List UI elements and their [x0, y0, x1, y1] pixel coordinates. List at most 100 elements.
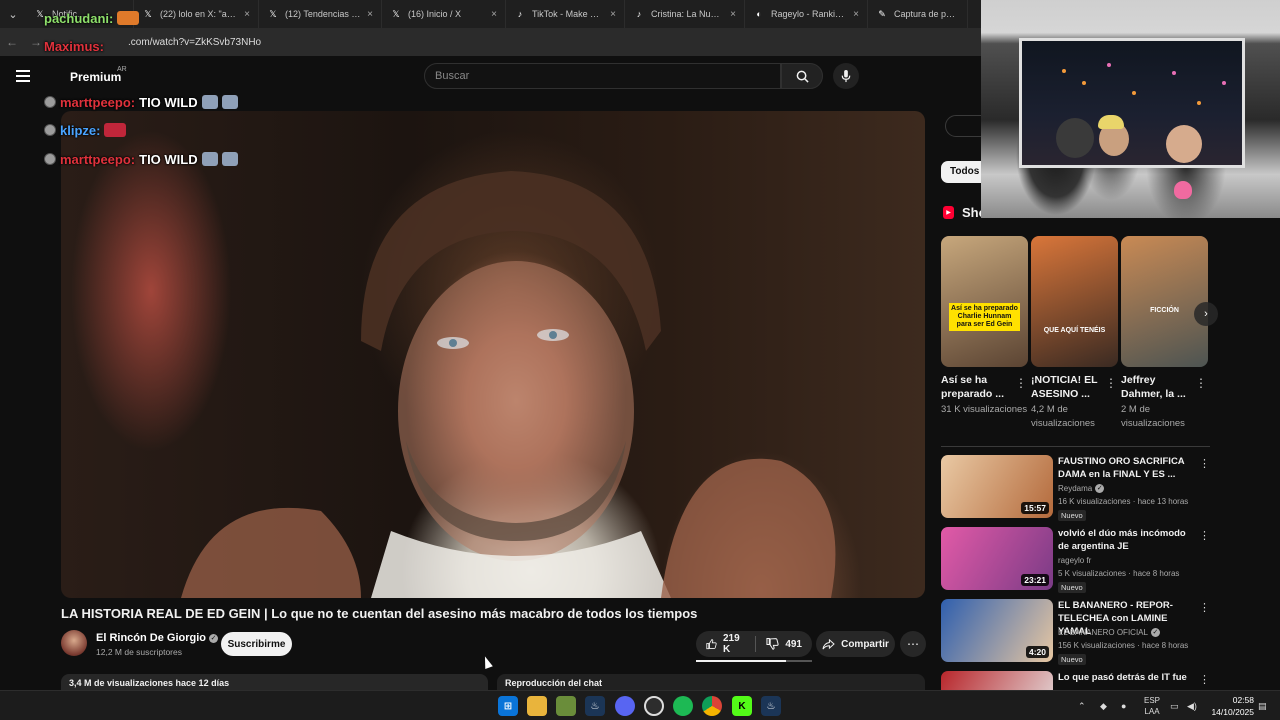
tray-overflow-icon[interactable]: ⌃: [1078, 691, 1086, 720]
tray-app-icon[interactable]: ◆: [1100, 691, 1107, 720]
shorts-next-arrow-icon[interactable]: ›: [1194, 302, 1218, 326]
chat-badge-icon: [44, 124, 56, 136]
recommended-thumbnail[interactable]: 15:57: [941, 455, 1053, 518]
recommended-channel-name[interactable]: EL BANANERO OFICIAL: [1058, 628, 1148, 637]
voice-search-button[interactable]: [833, 63, 859, 89]
recommended-video[interactable]: 15:57 FAUSTINO ORO SACRIFICA DAMA en la F…: [941, 455, 1216, 521]
webcam-person-1: [1056, 118, 1094, 158]
recommended-channel[interactable]: rageylo fr: [1058, 556, 1091, 565]
video-duration: 23:21: [1021, 574, 1049, 586]
menu-icon[interactable]: [16, 70, 30, 82]
chat-text: TIO WILD: [139, 151, 198, 167]
recommended-thumbnail[interactable]: 23:21: [941, 527, 1053, 590]
description-box[interactable]: 3,4 M de visualizaciones hace 12 días: [61, 674, 488, 690]
dislike-button[interactable]: 491: [756, 638, 812, 650]
share-button[interactable]: Compartir: [816, 631, 895, 657]
close-tab-icon[interactable]: ×: [730, 9, 736, 20]
volume-icon[interactable]: ◀): [1187, 691, 1197, 720]
recommended-thumbnail[interactable]: 4:20: [941, 599, 1053, 662]
browser-tab[interactable]: ♪ Cristina: La Nueva Se ×: [625, 0, 745, 28]
recommended-video[interactable]: 4:20 EL BANANERO - REPOR-TELECHEA con LAM…: [941, 599, 1216, 665]
browser-tab[interactable]: 𝕏 (16) Inicio / X ×: [382, 0, 506, 28]
short-card[interactable]: Así se ha preparado Charlie Hunnam para …: [941, 236, 1028, 417]
more-actions-icon[interactable]: ⋯: [900, 631, 926, 657]
short-menu-icon[interactable]: ⋮: [1195, 376, 1207, 390]
minecraft-icon[interactable]: [556, 696, 576, 716]
channel-avatar[interactable]: [61, 630, 87, 656]
kick-icon[interactable]: K: [732, 696, 752, 716]
chat-replay-panel[interactable]: Reproducción del chat: [497, 674, 925, 690]
subscribe-button[interactable]: Suscribirme: [221, 632, 292, 656]
short-title[interactable]: ¡NOTICIA! EL ASESINO ...: [1031, 373, 1103, 401]
discord-icon[interactable]: [615, 696, 635, 716]
browser-tab[interactable]: 𝕏 (22) lolo en X: "argent ×: [134, 0, 259, 28]
video-player[interactable]: [61, 111, 925, 598]
tray-mic-icon[interactable]: ●: [1121, 691, 1126, 720]
browser-tab[interactable]: ♪ TikTok - Make Your D ×: [506, 0, 625, 28]
close-tab-icon[interactable]: ×: [610, 9, 616, 20]
short-menu-icon[interactable]: ⋮: [1105, 376, 1117, 390]
windows-icon[interactable]: ⊞: [498, 696, 518, 716]
recommended-channel-name[interactable]: Reydama: [1058, 484, 1092, 493]
recommended-channel[interactable]: EL BANANERO OFICIAL ✓: [1058, 628, 1160, 637]
video-frame-illustration: [181, 171, 836, 598]
browser-tab[interactable]: 𝕏 (12) Tendencias en Ar ×: [259, 0, 382, 28]
microphone-icon: [841, 69, 851, 82]
recommended-channel-name[interactable]: rageylo fr: [1058, 556, 1091, 565]
recommended-menu-icon[interactable]: ⋮: [1199, 673, 1210, 686]
short-menu-icon[interactable]: ⋮: [1015, 376, 1027, 390]
network-icon[interactable]: ▭: [1170, 691, 1179, 720]
dislike-count: 491: [785, 638, 802, 650]
thumbs-up-icon: [706, 639, 717, 650]
recommended-menu-icon[interactable]: ⋮: [1199, 529, 1210, 542]
tiktok-icon: ♪: [517, 9, 523, 19]
windows-taskbar: ⊞ ♨ K ♨ ⌃ ◆ ● ESP LAA ▭ ◀) 02:58 14/10/2…: [0, 690, 1280, 720]
back-arrow-icon[interactable]: ←: [0, 35, 24, 49]
youtube-premium-logo[interactable]: Premium: [70, 70, 121, 84]
close-tab-icon[interactable]: ×: [367, 9, 373, 20]
system-clock[interactable]: 02:58 14/10/2025: [1208, 694, 1254, 718]
recommended-title[interactable]: FAUSTINO ORO SACRIFICA DAMA en la FINAL …: [1058, 455, 1198, 481]
recommended-title[interactable]: volvió el dúo más incómodo de argentina …: [1058, 527, 1198, 553]
spotify-icon[interactable]: [673, 696, 693, 716]
chat-username: Maximus:: [44, 38, 104, 54]
obs-icon[interactable]: [644, 696, 664, 716]
browser-tab[interactable]: ✎ Captura de pantalla: [868, 0, 968, 28]
search-input[interactable]: [425, 64, 780, 88]
short-card[interactable]: QUE AQUÍ TENÉIS ¡NOTICIA! EL ASESINO ... 4…: [1031, 236, 1118, 431]
search-button[interactable]: [781, 63, 823, 89]
short-views: 4,2 M de visualizaciones: [1031, 404, 1095, 429]
language-indicator[interactable]: ESP LAA: [1144, 691, 1160, 720]
file-explorer-icon[interactable]: [527, 696, 547, 716]
browser-tab[interactable]: ◐ Rageylo - Ranking y ×: [745, 0, 868, 28]
close-tab-icon[interactable]: ×: [491, 9, 497, 20]
recommended-menu-icon[interactable]: ⋮: [1199, 457, 1210, 470]
short-title[interactable]: Jeffrey Dahmer, la ...: [1121, 373, 1193, 401]
notifications-icon[interactable]: ▤: [1258, 691, 1267, 720]
recommended-video[interactable]: 23:21 volvió el dúo más incómodo de argen…: [941, 527, 1216, 593]
short-thumbnail[interactable]: FICCIÓN: [1121, 236, 1208, 367]
close-tab-icon[interactable]: ×: [853, 9, 859, 20]
short-thumbnail[interactable]: QUE AQUÍ TENÉIS: [1031, 236, 1118, 367]
steam-icon[interactable]: ♨: [585, 696, 605, 716]
channel-name-row[interactable]: El Rincón De Giorgio ✓: [96, 632, 219, 644]
recommended-menu-icon[interactable]: ⋮: [1199, 601, 1210, 614]
chat-emote-icon: [104, 123, 127, 137]
channel-name[interactable]: El Rincón De Giorgio: [96, 632, 206, 644]
rageylo-icon: ◐: [756, 9, 762, 19]
browser-tab-label: Cristina: La Nueva Se: [651, 9, 725, 19]
recommended-title[interactable]: Lo que pasó detrás de IT fue: [1058, 671, 1198, 684]
tab-list-chevron-icon[interactable]: ⌄: [0, 0, 26, 28]
short-card[interactable]: FICCIÓN Jeffrey Dahmer, la ... 2 M de visu…: [1121, 236, 1208, 431]
short-title[interactable]: Así se ha preparado ...: [941, 373, 1013, 401]
new-badge: Nuevo: [1058, 510, 1086, 521]
search-icon: [796, 70, 809, 83]
recommended-channel[interactable]: Reydama ✓: [1058, 484, 1105, 493]
close-tab-icon[interactable]: ×: [244, 9, 250, 20]
steam-alt-icon[interactable]: ♨: [761, 696, 781, 716]
like-button[interactable]: 219 K: [696, 633, 755, 655]
short-thumbnail[interactable]: Así se ha preparado Charlie Hunnam para …: [941, 236, 1028, 367]
chrome-icon[interactable]: [702, 696, 722, 716]
url-text[interactable]: .com/watch?v=ZkKSvb73NHo: [128, 37, 261, 48]
chat-badge-icon: [44, 153, 56, 165]
